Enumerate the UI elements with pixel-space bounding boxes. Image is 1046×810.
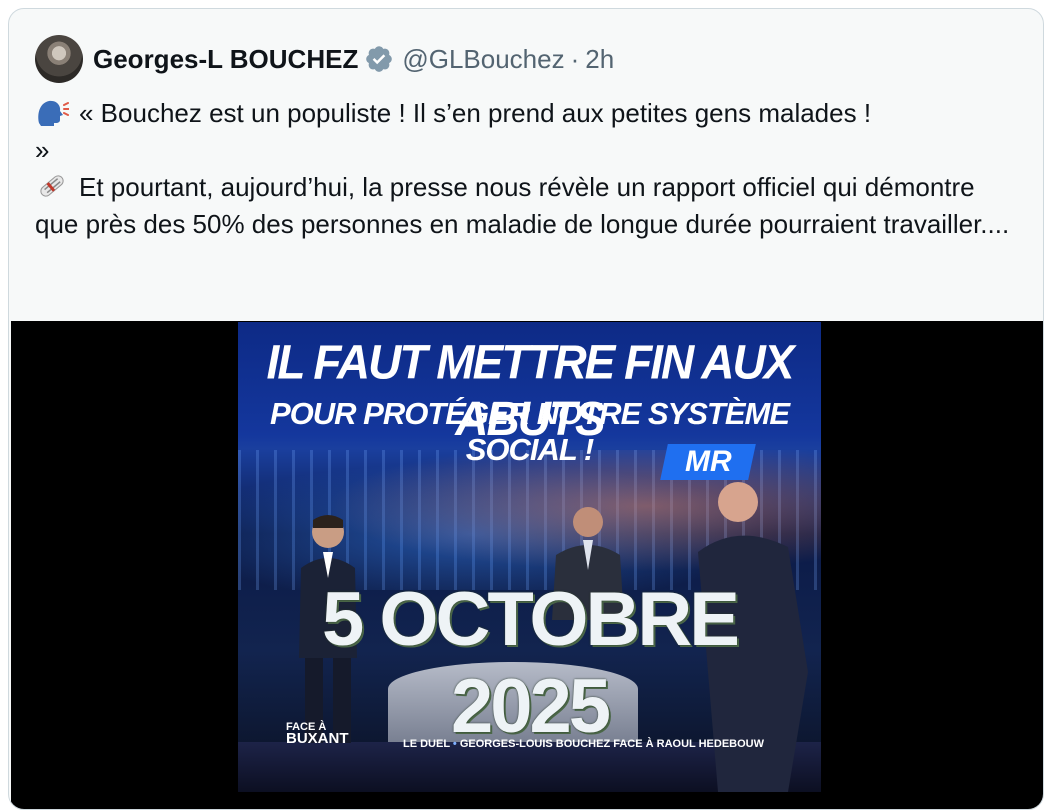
tweet-line-2: Et pourtant, aujourd’hui, la presse nous… <box>35 172 1010 239</box>
author-handle[interactable]: @GLBouchez <box>402 44 564 75</box>
video-thumbnail[interactable]: IL FAUT METTRE FIN AUX ABUTS POUR PROTÉG… <box>238 322 821 792</box>
separator-dot: · <box>570 43 580 74</box>
tweet-line-1-close: » <box>35 135 50 165</box>
tweet-header: Georges-L BOUCHEZ @GLBouchez · 2h <box>35 35 614 83</box>
tweet-line-1: « Bouchez est un populiste ! Il s’en pre… <box>79 98 872 128</box>
timestamp[interactable]: 2h <box>585 44 614 75</box>
tweet-text: « Bouchez est un populiste ! Il s’en pre… <box>35 95 1025 243</box>
verified-badge-icon <box>364 44 394 74</box>
lower-third-ticker: LE DUEL • GEORGES-LOUIS BOUCHEZ FACE À R… <box>403 738 764 750</box>
author-name[interactable]: Georges-L BOUCHEZ <box>93 44 358 75</box>
newspaper-roll-icon <box>35 171 69 201</box>
tweet-media[interactable]: IL FAUT METTRE FIN AUX ABUTS POUR PROTÉG… <box>11 321 1043 809</box>
show-logo: FACE À BUXANT <box>286 721 349 747</box>
speaking-head-icon <box>35 97 70 127</box>
avatar[interactable] <box>35 35 83 83</box>
quoted-tweet-card[interactable]: Georges-L BOUCHEZ @GLBouchez · 2h « Bouc… <box>8 8 1044 810</box>
